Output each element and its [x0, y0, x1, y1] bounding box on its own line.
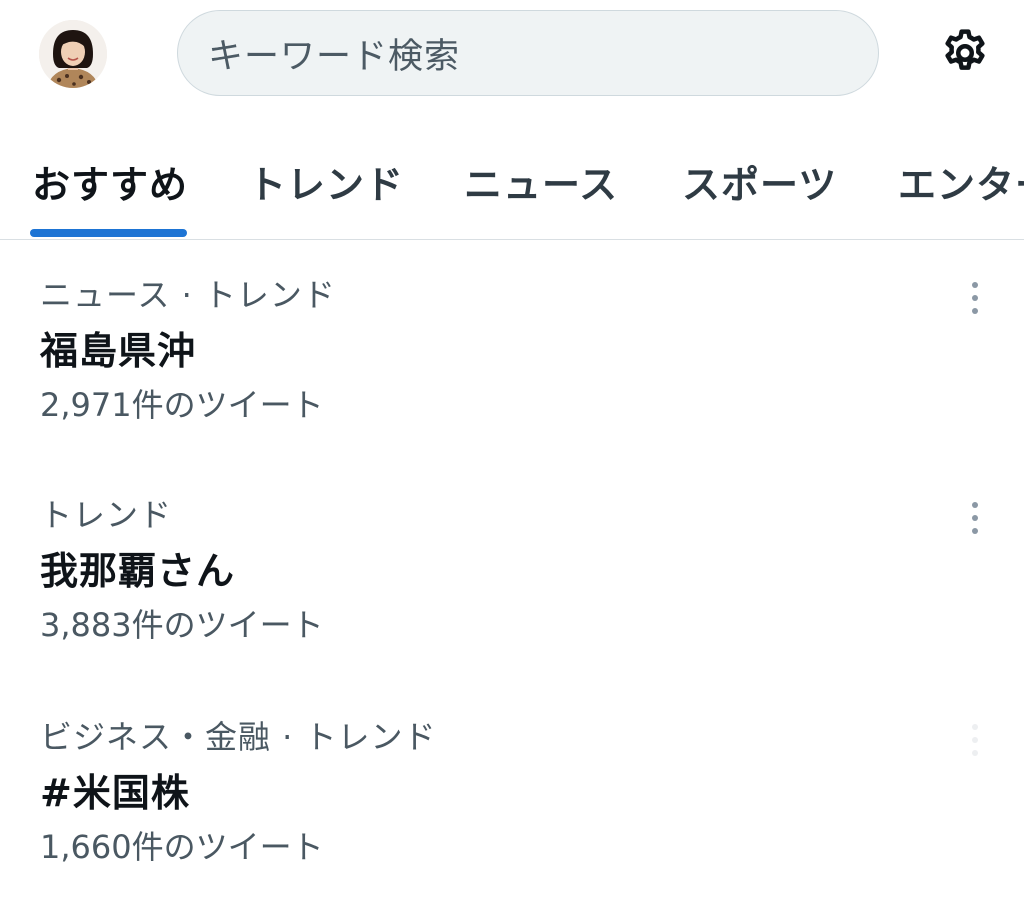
trend-item[interactable]: ビジネス・金融 · トレンド #米国株 1,660件のツイート	[0, 712, 1024, 912]
trend-title: 我那覇さん	[40, 549, 236, 593]
search-input[interactable]: キーワード検索	[177, 10, 879, 96]
trend-tweet-count: 1,660件のツイート	[40, 828, 324, 866]
gear-icon	[945, 29, 985, 70]
settings-button[interactable]	[936, 24, 994, 82]
active-tab-indicator	[30, 229, 187, 237]
tab-news[interactable]: ニュース	[464, 154, 618, 209]
more-options-icon[interactable]	[964, 498, 986, 538]
trend-tweet-count: 2,971件のツイート	[40, 386, 324, 424]
tab-sports[interactable]: スポーツ	[682, 154, 837, 209]
trend-item[interactable]: トレンド 我那覇さん 3,883件のツイート	[0, 490, 1024, 690]
trend-title: 福島県沖	[40, 329, 197, 373]
top-header: キーワード検索	[0, 0, 1024, 110]
tab-entertainment[interactable]: エンター	[898, 154, 1024, 209]
trend-tweet-count: 3,883件のツイート	[40, 606, 324, 644]
user-avatar[interactable]	[39, 20, 107, 88]
trend-item[interactable]: ニュース · トレンド 福島県沖 2,971件のツイート	[0, 270, 1024, 470]
trend-category: トレンド	[40, 496, 173, 534]
trend-title: #米国株	[40, 771, 190, 815]
explore-tabs: おすすめ トレンド ニュース スポーツ エンター	[0, 130, 1024, 240]
trend-category: ニュース · トレンド	[40, 276, 336, 314]
more-options-icon[interactable]	[964, 720, 986, 760]
avatar-image-icon	[39, 20, 107, 88]
more-options-icon[interactable]	[964, 278, 986, 318]
trend-category: ビジネス・金融 · トレンド	[40, 718, 437, 756]
search-placeholder: キーワード検索	[208, 36, 461, 77]
tab-trending[interactable]: トレンド	[248, 154, 404, 209]
tab-recommended[interactable]: おすすめ	[32, 154, 188, 209]
